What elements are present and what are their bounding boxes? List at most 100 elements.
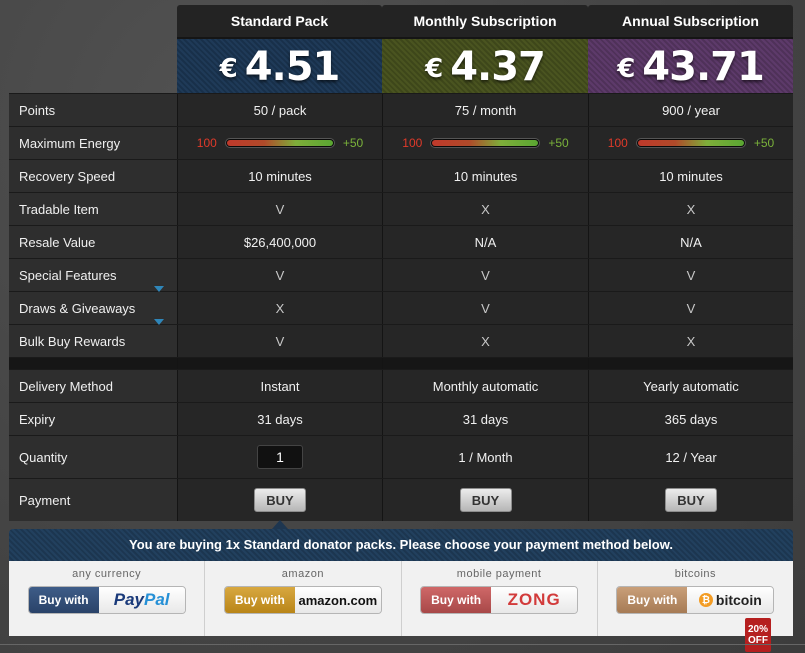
bottom-divider [0, 644, 805, 645]
cell-value: 75 / month [382, 94, 588, 126]
energy-low: 100 [196, 136, 217, 150]
plan-header-annual: Annual Subscription €43.71 [588, 5, 793, 93]
paypal-logo: Pay Pal [98, 587, 185, 613]
check-mark: V [382, 259, 588, 291]
buy-button-annual[interactable]: BUY [665, 488, 717, 512]
energy-high: +50 [753, 136, 775, 150]
energy-bar [430, 138, 541, 148]
energy-fill [226, 140, 333, 146]
buy-button-standard[interactable]: BUY [254, 488, 306, 512]
divider-cell [9, 358, 177, 369]
energy-cell: 100 +50 [588, 127, 793, 159]
divider-cell [177, 358, 382, 369]
check-mark: V [382, 292, 588, 324]
row-label: Payment [9, 479, 177, 521]
divider-cell [588, 358, 793, 369]
pointer-arrow-icon [272, 520, 288, 529]
cell-value: 12 / Year [588, 436, 793, 478]
zong-logo: ZONG [491, 587, 578, 613]
row-draws: Draws & Giveaways X V V [9, 291, 793, 324]
payment-option-paypal: any currency Buy with Pay Pal [9, 561, 206, 636]
buy-with-label: Buy with [28, 587, 99, 613]
discount-badge: 20% OFF [745, 618, 771, 652]
row-points: Points 50 / pack 75 / month 900 / year [9, 93, 793, 126]
option-caption: mobile payment [456, 568, 542, 580]
energy-cell: 100 +50 [177, 127, 382, 159]
cell-value: 31 days [177, 403, 382, 435]
plan-header-standard: Standard Pack €4.51 [177, 5, 382, 93]
plan-name: Standard Pack [230, 13, 329, 29]
payment-option-zong: mobile payment Buy with ZONG [402, 561, 598, 636]
bitcoin-icon: ₿ [698, 593, 713, 607]
row-label: Delivery Method [9, 370, 177, 402]
row-label: Expiry [9, 403, 177, 435]
payment-message: You are buying 1x Standard donator packs… [9, 529, 793, 561]
cross-mark: X [588, 325, 793, 357]
cross-mark: X [177, 292, 382, 324]
cell-value: N/A [588, 226, 793, 258]
payment-option-amazon: amazon Buy with amazon.com [205, 561, 402, 636]
bitcoin-button[interactable]: Buy with ₿ bitcoin [616, 586, 775, 614]
row-delivery: Delivery Method Instant Monthly automati… [9, 369, 793, 402]
energy-low: 100 [607, 136, 628, 150]
amazon-logo: amazon.com [294, 587, 381, 613]
option-caption: any currency [72, 568, 142, 580]
payment-options: any currency Buy with Pay Pal amazon Buy … [9, 561, 793, 652]
row-label: Tradable Item [9, 193, 177, 225]
energy-high: +50 [342, 136, 364, 150]
check-mark: V [588, 259, 793, 291]
payment-panel: You are buying 1x Standard donator packs… [9, 529, 793, 652]
quantity-cell: 1 [177, 436, 382, 478]
check-mark: V [177, 325, 382, 357]
row-label: Draws & Giveaways [9, 292, 177, 324]
cell-value: 50 / pack [177, 94, 382, 126]
cell-value: 900 / year [588, 94, 793, 126]
cell-value: $26,400,000 [177, 226, 382, 258]
check-mark: V [177, 193, 382, 225]
zong-button[interactable]: Buy with ZONG [420, 586, 579, 614]
row-special: Special Features V V V [9, 258, 793, 291]
plan-name: Monthly Subscription [413, 13, 557, 29]
buy-with-label: Buy with [617, 587, 688, 613]
row-bulk: Bulk Buy Rewards V X X [9, 324, 793, 357]
row-label: Quantity [9, 436, 177, 478]
scroll-marker-icon [154, 286, 164, 292]
row-label: Bulk Buy Rewards [9, 325, 177, 357]
row-recovery: Recovery Speed 10 minutes 10 minutes 10 … [9, 159, 793, 192]
buy-button-monthly[interactable]: BUY [459, 488, 512, 512]
cell-value: 10 minutes [177, 160, 382, 192]
row-label: Special Features [9, 259, 177, 291]
cell-value: Instant [177, 370, 382, 402]
cell-value: 365 days [588, 403, 793, 435]
row-quantity: Quantity 1 1 / Month 12 / Year [9, 435, 793, 478]
feature-rows: Points 50 / pack 75 / month 900 / year M… [9, 93, 793, 521]
buy-with-label: Buy with [421, 587, 492, 613]
energy-low: 100 [402, 136, 423, 150]
paypal-button[interactable]: Buy with Pay Pal [27, 586, 186, 614]
check-mark: V [177, 259, 382, 291]
plan-price: €4.37 [382, 37, 588, 93]
cross-mark: X [382, 325, 588, 357]
row-expiry: Expiry 31 days 31 days 365 days [9, 402, 793, 435]
energy-cell: 100 +50 [382, 127, 588, 159]
plan-price: €43.71 [588, 37, 793, 93]
row-label: Recovery Speed [9, 160, 177, 192]
buy-cell: BUY [588, 479, 793, 521]
energy-high: +50 [548, 136, 569, 150]
cell-value: 10 minutes [588, 160, 793, 192]
row-resale: Resale Value $26,400,000 N/A N/A [9, 225, 793, 258]
quantity-input[interactable]: 1 [257, 445, 303, 469]
buy-cell: BUY [177, 479, 382, 521]
row-payment: Payment BUY BUY BUY [9, 478, 793, 521]
energy-fill [432, 140, 539, 146]
energy-bar [635, 138, 746, 148]
plan-price: €4.51 [177, 37, 382, 93]
row-divider [9, 357, 793, 369]
payment-option-bitcoin: bitcoins Buy with ₿ bitcoin 20% OFF [598, 561, 793, 652]
scroll-marker-icon [154, 319, 164, 325]
cell-value: 1 / Month [382, 436, 588, 478]
option-caption: bitcoins [674, 568, 717, 580]
row-label: Resale Value [9, 226, 177, 258]
cell-value: 10 minutes [382, 160, 588, 192]
amazon-button[interactable]: Buy with amazon.com [223, 586, 382, 614]
